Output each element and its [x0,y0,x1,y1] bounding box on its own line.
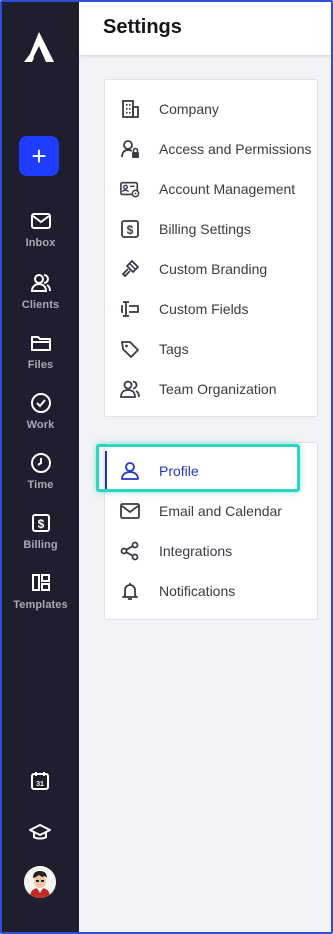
bell-icon [120,581,140,601]
settings-item-label: Email and Calendar [159,503,282,519]
settings-item-custom-fields[interactable]: Custom Fields [105,289,317,329]
page-title: Settings [103,16,182,38]
settings-item-notifications[interactable]: Notifications [105,571,317,611]
templates-icon [30,572,52,594]
sidebar-item-work[interactable]: Work [2,392,79,442]
sidebar-item-label: Inbox [25,237,56,249]
settings-item-label: Integrations [159,543,233,559]
field-icon [120,299,140,319]
settings-item-label: Company [159,101,219,117]
brush-icon [120,259,140,279]
settings-item-label: Custom Fields [159,301,249,317]
sidebar-item-files[interactable]: Files [2,332,79,382]
users-icon [30,272,52,294]
logo-icon[interactable] [22,30,56,64]
avatar[interactable] [24,866,56,898]
svg-text:$: $ [127,223,134,237]
sidebar-item-clients[interactable]: Clients [2,272,79,322]
settings-item-label: Custom Branding [159,261,268,277]
settings-item-billing-settings[interactable]: $ Billing Settings [105,209,317,249]
calendar-icon[interactable]: 31 [29,770,51,792]
add-new-button[interactable]: + [19,136,59,176]
building-icon [120,99,140,119]
sidebar-item-label: Clients [21,299,60,311]
page-header: Settings [79,2,331,55]
clock-icon [30,452,52,474]
user-lock-icon [120,139,140,159]
sidebar-item-time[interactable]: Time [2,452,79,502]
folder-icon [30,332,52,354]
dollar-doc-icon: $ [30,512,52,534]
sidebar-item-label: Work [26,419,55,431]
sidebar-item-billing[interactable]: $ Billing [2,512,79,562]
settings-item-custom-branding[interactable]: Custom Branding [105,249,317,289]
settings-item-label: Notifications [159,583,236,599]
svg-text:31: 31 [36,781,44,788]
sidebar-item-label: Time [27,479,54,491]
sidebar-item-inbox[interactable]: Inbox [2,210,79,260]
team-icon [120,379,140,399]
dollar-doc-icon: $ [120,219,140,239]
firm-settings-card: Company Access and Permissions Account M… [104,79,318,417]
sidebar-item-templates[interactable]: Templates [2,572,79,622]
settings-item-label: Tags [159,341,189,357]
plus-icon: + [31,141,47,171]
sidebar-item-label: Billing [23,539,58,551]
settings-item-team-organization[interactable]: Team Organization [105,369,317,409]
svg-text:$: $ [37,517,44,531]
settings-item-company[interactable]: Company [105,89,317,129]
settings-item-label: Access and Permissions [159,141,312,157]
settings-item-label: Billing Settings [159,221,251,237]
settings-item-tags[interactable]: Tags [105,329,317,369]
app-window: + Inbox Clients Files Work Time $ Billin… [0,0,333,934]
mail-icon [120,501,140,521]
graduation-cap-icon[interactable] [29,822,51,844]
settings-item-account-management[interactable]: Account Management [105,169,317,209]
settings-item-access-permissions[interactable]: Access and Permissions [105,129,317,169]
sidebar-item-label: Templates [13,599,68,611]
focus-highlight [96,444,300,492]
settings-item-label: Team Organization [159,381,277,397]
tag-icon [120,339,140,359]
integrations-icon [120,541,140,561]
id-card-gear-icon [120,179,140,199]
settings-item-label: Account Management [159,181,296,197]
mail-icon [30,210,52,232]
check-circle-icon [30,392,52,414]
sidebar-item-label: Files [27,359,54,371]
settings-item-integrations[interactable]: Integrations [105,531,317,571]
sidebar: + Inbox Clients Files Work Time $ Billin… [2,2,79,932]
settings-item-email-calendar[interactable]: Email and Calendar [105,491,317,531]
